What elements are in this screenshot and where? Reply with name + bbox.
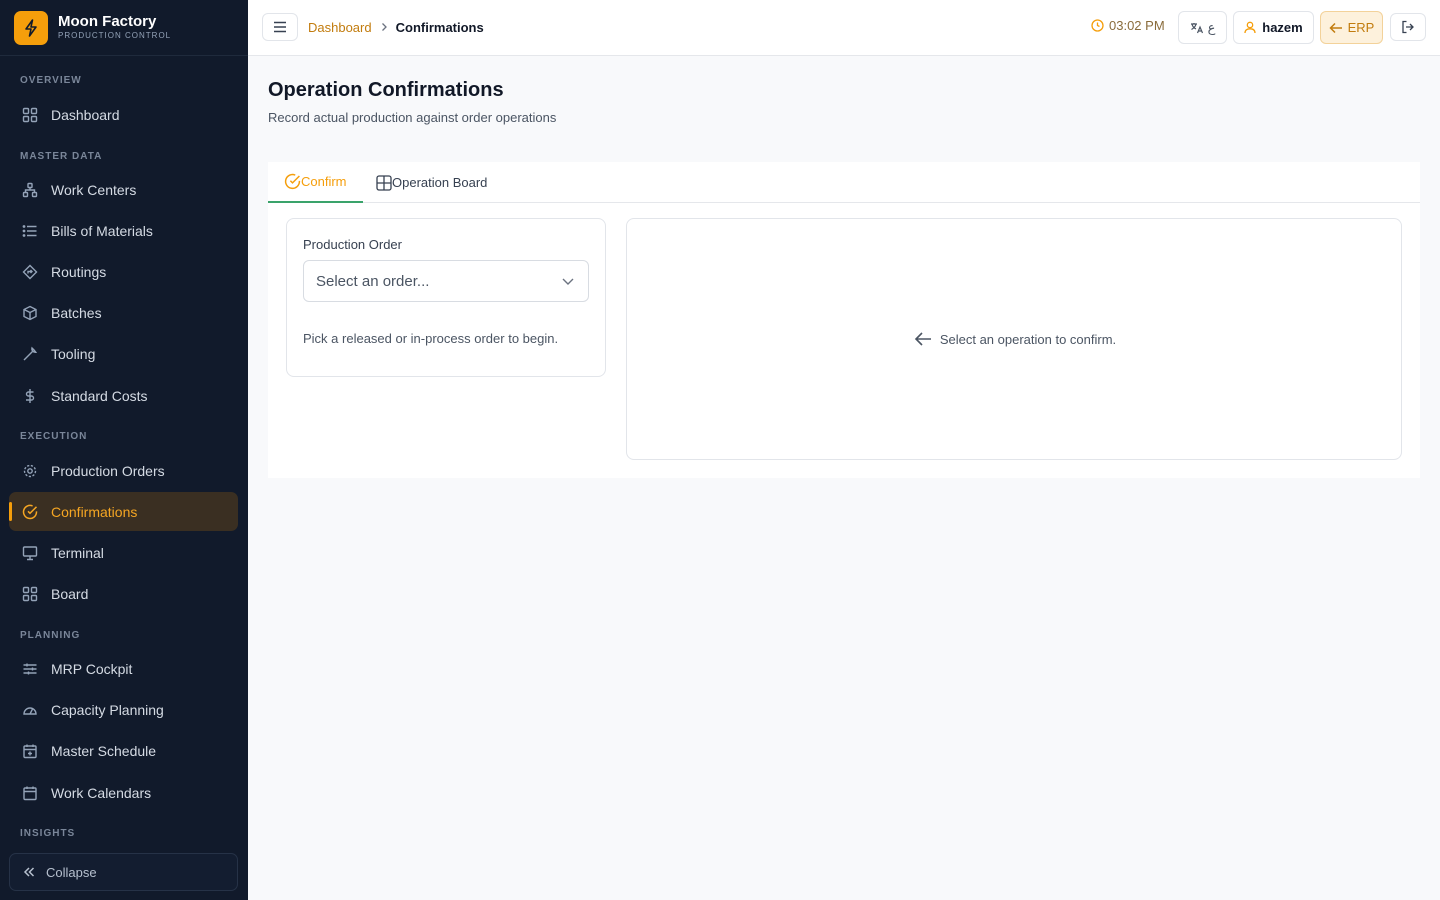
sidebar-item-master-schedule[interactable]: Master Schedule [9, 731, 238, 770]
clock-time: 03:02 PM [1109, 18, 1165, 33]
breadcrumb-dashboard-link[interactable]: Dashboard [308, 20, 372, 35]
chevron-down-icon [560, 273, 576, 289]
menu-toggle-button[interactable] [262, 13, 298, 41]
logout-button[interactable] [1390, 13, 1426, 41]
tab-label: Operation Board [392, 175, 488, 190]
confirmations-panel: Confirm Operation Board Production Order… [268, 162, 1420, 478]
section-overview: OVERVIEW [20, 75, 82, 86]
sidebar-item-label: MRP Cockpit [51, 660, 133, 677]
clock-icon [1091, 19, 1104, 32]
order-card: Production Order Select an order... Pick… [286, 218, 606, 377]
clock: 03:02 PM [1091, 18, 1165, 33]
order-hint: Pick a released or in-process order to b… [303, 331, 559, 346]
select-value: Select an order... [316, 272, 430, 290]
sidebar-item-board[interactable]: Board [9, 574, 238, 613]
route-icon [21, 263, 39, 281]
gear-icon [21, 462, 39, 480]
arrow-left-icon [1329, 22, 1343, 34]
box-icon [21, 304, 39, 322]
tab-confirm[interactable]: Confirm [268, 162, 363, 203]
chevrons-left-icon [22, 865, 36, 879]
brand-subtitle: PRODUCTION CONTROL [58, 31, 172, 40]
page-title: Operation Confirmations [268, 79, 504, 101]
grid-icon [21, 106, 39, 124]
topbar: Dashboard Confirmations 03:02 PM ع hazem… [248, 0, 1440, 56]
logout-icon [1401, 20, 1415, 34]
sidebar-item-label: Capacity Planning [51, 701, 164, 718]
gauge-icon [21, 701, 39, 719]
sidebar-item-tooling[interactable]: Tooling [9, 334, 238, 373]
section-execution: EXECUTION [20, 431, 88, 442]
production-order-select[interactable]: Select an order... [303, 260, 589, 302]
page-subtitle: Record actual production against order o… [268, 110, 557, 125]
hamburger-icon [273, 21, 287, 33]
sidebar-item-routings[interactable]: Routings [9, 252, 238, 291]
list-icon [21, 222, 39, 240]
sidebar-item-terminal[interactable]: Terminal [9, 533, 238, 572]
section-planning: PLANNING [20, 630, 81, 641]
empty-state: Select an operation to confirm. [627, 331, 1403, 347]
user-menu-button[interactable]: hazem [1233, 11, 1314, 44]
sidebar-item-work-calendars[interactable]: Work Calendars [9, 773, 238, 812]
grid-icon [21, 585, 39, 603]
section-insights: INSIGHTS [20, 828, 76, 839]
check-circle-icon [284, 173, 301, 190]
sidebar-item-label: Standard Costs [51, 387, 148, 404]
sidebar-item-label: Work Calendars [51, 784, 152, 801]
check-circle-icon [21, 503, 39, 521]
tab-label: Confirm [301, 174, 347, 189]
brand: Moon Factory PRODUCTION CONTROL [0, 0, 248, 56]
grid-icon [376, 174, 392, 191]
arrow-left-icon [914, 331, 932, 347]
sidebar-item-label: Dashboard [51, 106, 120, 123]
sidebar-item-batches[interactable]: Batches [9, 293, 238, 332]
monitor-icon [21, 544, 39, 562]
sidebar-item-label: Bills of Materials [51, 222, 153, 239]
sidebar-item-capacity-planning[interactable]: Capacity Planning [9, 690, 238, 729]
bolt-icon [14, 10, 48, 45]
erp-label: ERP [1347, 20, 1375, 35]
breadcrumb-current: Confirmations [395, 19, 484, 35]
sidebar-item-bills-of-materials[interactable]: Bills of Materials [9, 211, 238, 250]
sidebar-item-standard-costs[interactable]: Standard Costs [9, 376, 238, 415]
collapse-button[interactable]: Collapse [9, 853, 238, 891]
sidebar-item-label: Board [51, 585, 89, 602]
sidebar-item-mrp-cockpit[interactable]: MRP Cockpit [9, 649, 238, 688]
sidebar-item-production-orders[interactable]: Production Orders [9, 451, 238, 490]
sliders-icon [21, 660, 39, 678]
chevron-right-icon [380, 22, 388, 32]
dollar-icon [21, 387, 39, 405]
calendar-plus-icon [21, 742, 39, 760]
sidebar-item-label: Routings [51, 263, 107, 280]
empty-message: Select an operation to confirm. [939, 331, 1117, 347]
sidebar-item-label: Tooling [51, 345, 96, 362]
sidebar-item-label: Work Centers [51, 181, 137, 198]
language-label: ع [1207, 19, 1216, 35]
section-master-data: MASTER DATA [20, 151, 103, 162]
production-order-label: Production Order [303, 237, 402, 252]
sidebar-item-dashboard[interactable]: Dashboard [9, 95, 238, 134]
user-name: hazem [1262, 20, 1303, 35]
sidebar: Moon Factory PRODUCTION CONTROL OVERVIEW… [0, 0, 248, 900]
sidebar-item-confirmations[interactable]: Confirmations [9, 492, 238, 531]
calendar-icon [21, 784, 39, 802]
sidebar-item-label: Terminal [51, 544, 104, 561]
sidebar-item-label: Production Orders [51, 462, 165, 479]
wrench-icon [21, 345, 39, 363]
sidebar-item-label: Master Schedule [51, 742, 157, 759]
brand-name: Moon Factory [58, 13, 157, 30]
operation-panel: Select an operation to confirm. [626, 218, 1402, 460]
user-icon [1244, 21, 1256, 34]
tab-operation-board[interactable]: Operation Board [360, 162, 503, 203]
translate-icon [1190, 22, 1204, 34]
sidebar-item-label: Confirmations [51, 503, 138, 520]
collapse-label: Collapse [46, 864, 97, 880]
network-icon [21, 181, 39, 199]
breadcrumb: Dashboard Confirmations [308, 18, 484, 36]
sidebar-item-label: Batches [51, 304, 102, 321]
language-button[interactable]: ع [1178, 11, 1227, 44]
erp-button[interactable]: ERP [1320, 11, 1383, 44]
tab-bar: Confirm Operation Board [268, 162, 1420, 203]
sidebar-item-work-centers[interactable]: Work Centers [9, 170, 238, 209]
